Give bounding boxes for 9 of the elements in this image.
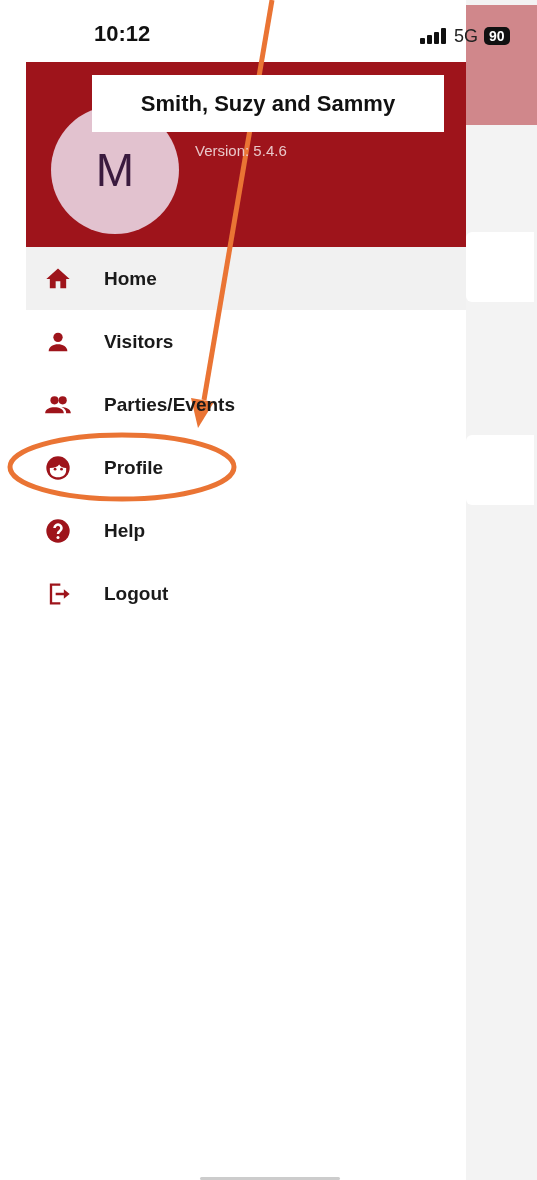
- face-icon: [44, 453, 72, 482]
- network-label: 5G: [454, 25, 478, 47]
- help-icon: [44, 516, 72, 545]
- clock-time: 10:12: [94, 20, 151, 47]
- version-text: Version: 5.4.6: [195, 142, 287, 159]
- account-name: Smith, Suzy and Sammy: [92, 75, 444, 132]
- menu-item[interactable]: Home: [26, 247, 466, 310]
- signal-icon: [420, 28, 448, 44]
- battery-icon: 90: [484, 27, 510, 45]
